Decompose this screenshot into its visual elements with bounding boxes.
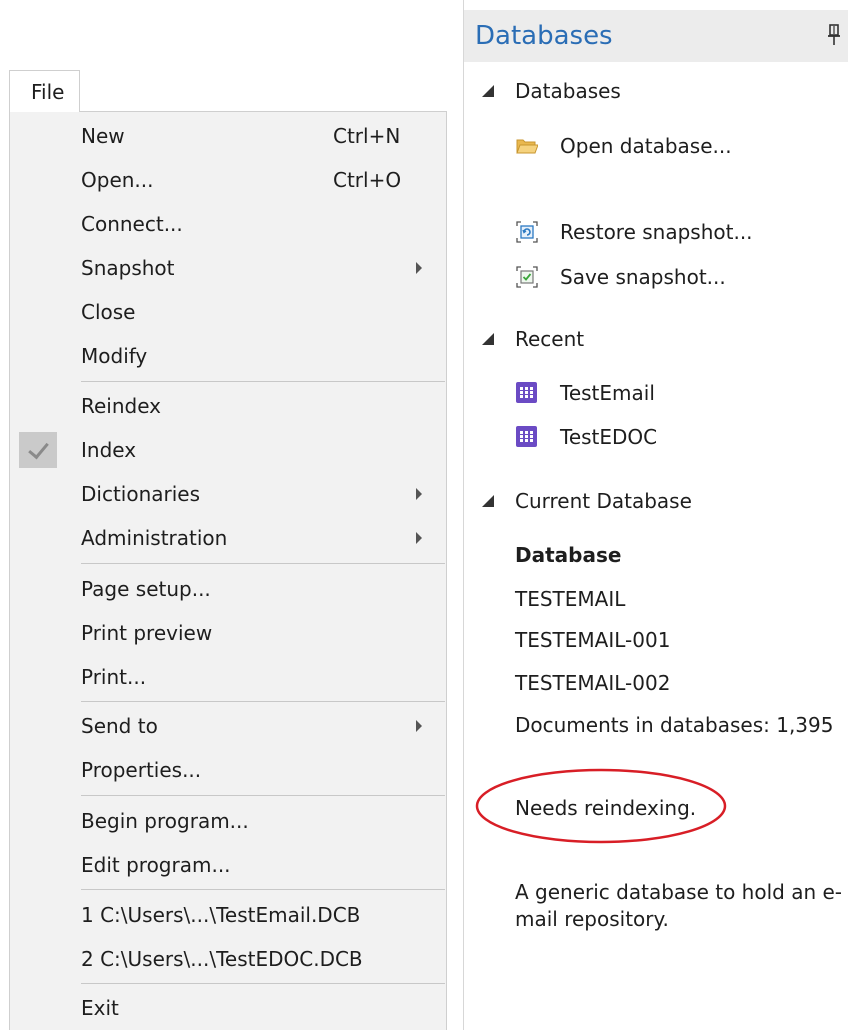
- recent-database-testedoc[interactable]: TestEDOC: [464, 417, 848, 457]
- menu-item-label: Close: [81, 300, 136, 324]
- menu-item-new[interactable]: New Ctrl+N: [10, 114, 446, 158]
- collapse-triangle-icon[interactable]: [482, 333, 494, 345]
- restore-snapshot-link[interactable]: Restore snapshot...: [464, 212, 848, 252]
- submenu-arrow-icon: [416, 532, 422, 544]
- menu-item-label: New: [81, 124, 125, 148]
- menu-item-close[interactable]: Close: [10, 290, 446, 334]
- current-database-heading: Database: [515, 543, 622, 567]
- menu-item-label: 1 C:\Users\...\TestEmail.DCB: [81, 903, 361, 927]
- menu-separator: [81, 381, 445, 382]
- menu-item-label: Connect...: [81, 212, 183, 236]
- menu-item-label: Reindex: [81, 394, 162, 418]
- submenu-arrow-icon: [416, 720, 422, 732]
- menu-item-label: Index: [81, 438, 137, 462]
- menu-item-page-setup[interactable]: Page setup...: [10, 567, 446, 611]
- menu-item-snapshot[interactable]: Snapshot: [10, 246, 446, 290]
- menu-separator: [81, 701, 445, 702]
- menu-item-edit-program[interactable]: Edit program...: [10, 843, 446, 887]
- menu-item-connect[interactable]: Connect...: [10, 202, 446, 246]
- menu-item-exit[interactable]: Exit: [10, 986, 446, 1030]
- reindex-status: Needs reindexing.: [515, 796, 697, 820]
- menu-item-label: Properties...: [81, 758, 202, 782]
- open-database-link[interactable]: Open database...: [464, 126, 848, 166]
- section-label: Current Database: [515, 489, 692, 513]
- database-description: A generic database to hold an e-mail rep…: [515, 880, 843, 931]
- section-label: Recent: [515, 327, 585, 351]
- submenu-arrow-icon: [416, 488, 422, 500]
- database-name: TESTEMAIL-001: [515, 628, 671, 652]
- menu-item-label: Page setup...: [81, 577, 211, 601]
- section-header-recent[interactable]: Recent: [464, 319, 848, 359]
- menu-item-label: Snapshot: [81, 256, 175, 280]
- pin-icon[interactable]: [828, 24, 840, 46]
- menu-item-send-to[interactable]: Send to: [10, 704, 446, 748]
- database-name: TESTEMAIL: [515, 587, 626, 611]
- database-grid-icon: [516, 426, 537, 447]
- save-snapshot-icon: [516, 266, 538, 288]
- databases-panel-header: Databases: [464, 10, 848, 62]
- panel-title: Databases: [475, 21, 613, 51]
- menu-item-administration[interactable]: Administration: [10, 516, 446, 560]
- collapse-triangle-icon[interactable]: [482, 495, 494, 507]
- menu-item-shortcut: Ctrl+N: [333, 124, 401, 148]
- menu-item-print[interactable]: Print...: [10, 655, 446, 699]
- checked-indicator: [19, 432, 57, 468]
- menu-separator: [81, 563, 445, 564]
- link-label: Open database...: [560, 134, 732, 158]
- menu-item-properties[interactable]: Properties...: [10, 748, 446, 792]
- menu-item-label: Edit program...: [81, 853, 231, 877]
- recent-database-testemail[interactable]: TestEmail: [464, 373, 848, 413]
- menu-item-print-preview[interactable]: Print preview: [10, 611, 446, 655]
- menu-item-begin-program[interactable]: Begin program...: [10, 799, 446, 843]
- file-dropdown-menu: New Ctrl+N Open... Ctrl+O Connect... Sna…: [9, 111, 447, 1030]
- menu-item-reindex[interactable]: Reindex: [10, 384, 446, 428]
- menu-separator: [81, 889, 445, 890]
- menu-item-label: Begin program...: [81, 809, 249, 833]
- menu-item-dictionaries[interactable]: Dictionaries: [10, 472, 446, 516]
- menu-item-label: Open...: [81, 168, 154, 192]
- restore-snapshot-icon: [516, 221, 538, 243]
- menu-item-label: 2 C:\Users\...\TestEDOC.DCB: [81, 947, 363, 971]
- menu-item-modify[interactable]: Modify: [10, 334, 446, 378]
- documents-count: Documents in databases: 1,395: [515, 713, 834, 737]
- menu-separator: [81, 795, 445, 796]
- link-label: TestEmail: [560, 381, 655, 405]
- database-name: TESTEMAIL-002: [515, 671, 671, 695]
- menu-item-index[interactable]: Index: [10, 428, 446, 472]
- menu-item-shortcut: Ctrl+O: [333, 168, 402, 192]
- link-label: Restore snapshot...: [560, 220, 753, 244]
- menu-item-label: Modify: [81, 344, 148, 368]
- menu-item-label: Send to: [81, 714, 158, 738]
- menu-item-recent-file-1[interactable]: 1 C:\Users\...\TestEmail.DCB: [10, 893, 446, 937]
- screenshot-canvas: File New Ctrl+N Open... Ctrl+O Connect..…: [0, 0, 848, 1030]
- checkmark-icon: [28, 437, 49, 460]
- menu-item-label: Administration: [81, 526, 228, 550]
- link-label: TestEDOC: [560, 425, 658, 449]
- menu-separator: [81, 983, 445, 984]
- save-snapshot-link[interactable]: Save snapshot...: [464, 257, 848, 297]
- database-grid-icon: [516, 382, 537, 403]
- menu-item-recent-file-2[interactable]: 2 C:\Users\...\TestEDOC.DCB: [10, 937, 446, 981]
- section-label: Databases: [515, 79, 621, 103]
- submenu-arrow-icon: [416, 262, 422, 274]
- menu-item-label: Print...: [81, 665, 147, 689]
- collapse-triangle-icon[interactable]: [482, 85, 494, 97]
- section-header-current-database[interactable]: Current Database: [464, 481, 848, 521]
- section-header-databases[interactable]: Databases: [464, 71, 848, 111]
- folder-icon: [516, 139, 538, 154]
- file-menu-tab[interactable]: File: [9, 70, 80, 112]
- menu-item-label: Print preview: [81, 621, 213, 645]
- link-label: Save snapshot...: [560, 265, 726, 289]
- menu-item-label: Dictionaries: [81, 482, 201, 506]
- menu-item-open[interactable]: Open... Ctrl+O: [10, 158, 446, 202]
- menu-item-label: Exit: [81, 996, 119, 1020]
